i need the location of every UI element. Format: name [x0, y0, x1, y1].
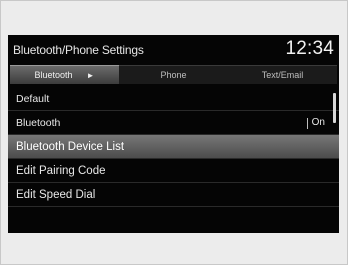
arrow-right-icon: ► — [86, 70, 95, 80]
menu-item-label: Default — [16, 92, 50, 105]
tab-phone-label: Phone — [160, 70, 187, 80]
clock: 12:34 — [285, 38, 334, 59]
menu-item-default[interactable]: Default — [8, 87, 339, 111]
tab-bluetooth[interactable]: Bluetooth ► — [10, 65, 119, 84]
menu-item-bluetooth-device-list[interactable]: Bluetooth Device List — [8, 135, 339, 159]
menu-item-label: Bluetooth Device List — [16, 140, 125, 153]
scrollbar[interactable] — [333, 93, 336, 123]
page-title: Bluetooth/Phone Settings — [13, 43, 144, 57]
menu-item-bluetooth[interactable]: Bluetooth On — [8, 111, 339, 135]
bluetooth-status-value: On — [306, 117, 325, 129]
menu-item-edit-speed-dial[interactable]: Edit Speed Dial — [8, 183, 339, 207]
tab-text-email-label: Text/Email — [261, 70, 304, 80]
infotainment-screen: Bluetooth/Phone Settings 12:34 Bluetooth… — [8, 35, 339, 233]
screen-header: Bluetooth/Phone Settings 12:34 — [8, 35, 339, 65]
tab-phone[interactable]: Phone — [119, 65, 228, 84]
display-bezel: Bluetooth/Phone Settings 12:34 Bluetooth… — [0, 0, 348, 265]
tab-text-email[interactable]: Text/Email — [228, 65, 337, 84]
menu-item-label: Edit Pairing Code — [16, 164, 106, 177]
tab-bar: Bluetooth ► Phone Text/Email — [10, 65, 337, 84]
settings-list: Default Bluetooth On Bluetooth Device Li… — [8, 87, 339, 207]
menu-item-edit-pairing-code[interactable]: Edit Pairing Code — [8, 159, 339, 183]
tab-bluetooth-label: Bluetooth — [34, 70, 73, 80]
menu-item-label: Edit Speed Dial — [16, 188, 96, 201]
menu-item-label: Bluetooth — [16, 116, 61, 129]
